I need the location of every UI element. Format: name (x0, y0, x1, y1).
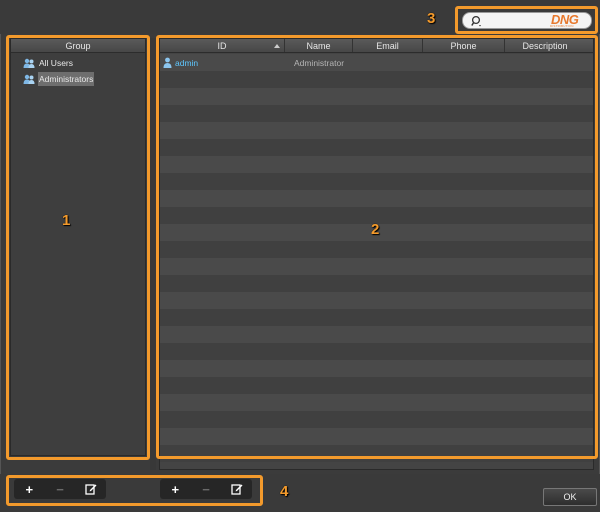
callout-number: 3 (427, 10, 436, 27)
callout-box-user-table (156, 35, 598, 459)
ok-button[interactable]: OK (543, 488, 597, 506)
callout-number: 4 (280, 483, 289, 500)
callout-box-search (455, 6, 598, 34)
callout-number: 2 (371, 221, 380, 238)
callout-box-group-panel (6, 35, 150, 460)
callout-number: 1 (62, 212, 71, 229)
callout-box-toolbars (6, 475, 263, 506)
